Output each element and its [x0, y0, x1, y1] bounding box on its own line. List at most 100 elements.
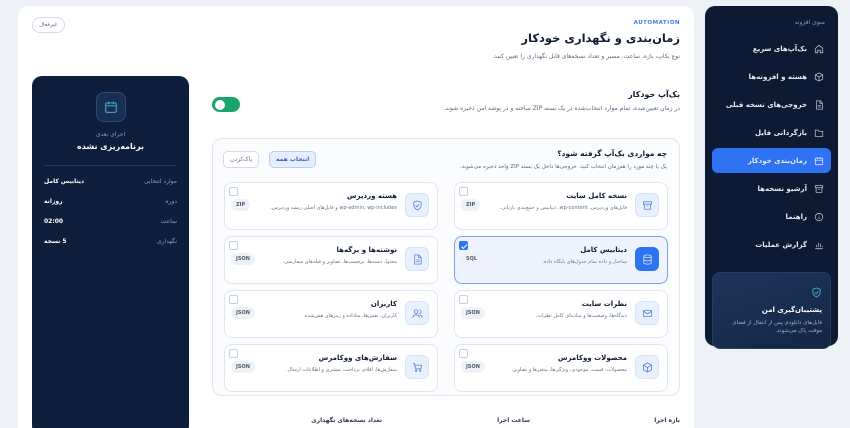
summary-key: ساعت	[160, 218, 177, 225]
items-description: یک یا چند مورد را هم‌زمان انتخاب کنید. خ…	[460, 164, 667, 170]
sidebar-item-label: بک‌آپ‌های سریع	[752, 44, 807, 53]
archive-icon	[635, 193, 659, 217]
section-eyebrow: AUTOMATION	[633, 20, 680, 26]
format-badge: JSON	[231, 361, 255, 373]
format-badge: JSON	[231, 307, 255, 319]
item-title: نسخه کامل سایت	[566, 192, 627, 200]
schedule-summary-card: اجرای بعدی برنامه‌ریزی نشده موارد انتخاب…	[32, 76, 189, 428]
checkbox[interactable]	[459, 187, 468, 196]
sidebar-item-label: راهنما	[785, 212, 807, 221]
item-title: نوشته‌ها و برگه‌ها	[336, 246, 398, 254]
cart-icon	[405, 355, 429, 379]
chart-icon	[813, 239, 824, 250]
box-icon	[635, 355, 659, 379]
backup-item-woo-products[interactable]: محصولات ووکامرس محصولات، قیمت، موجودی، و…	[454, 344, 668, 392]
summary-row: نگهداری 5 نسخه	[44, 238, 177, 245]
checkbox-checked[interactable]	[459, 241, 468, 250]
sidebar: منوی افزونه بک‌آپ‌های سریع هسته و افزونه…	[705, 6, 838, 349]
summary-row: موارد انتخابی دیتابیس کامل	[44, 178, 177, 185]
sidebar-item-label: گزارش عملیات	[755, 240, 807, 249]
item-description: محتوا، دسته‌ها، برچسب‌ها، تصاویر و فیلده…	[282, 259, 397, 265]
checkbox[interactable]	[459, 295, 468, 304]
summary-value: 02:00	[44, 218, 64, 225]
select-all-button[interactable]: انتخاب همه	[269, 151, 317, 168]
interval-label: بازه اجرا	[654, 417, 680, 424]
sidebar-item-schedule[interactable]: زمان‌بندی خودکار	[712, 148, 831, 173]
backup-item-full-site[interactable]: نسخه کامل سایت فایل‌های وردپرس، wp-conte…	[454, 182, 668, 230]
backup-item-comments[interactable]: نظرات سایت دیدگاه‌ها، وضعیت‌ها و متادیتا…	[454, 290, 668, 338]
item-title: سفارش‌های ووکامرس	[318, 354, 397, 362]
sidebar-item-label: بازگردانی فایل	[755, 128, 807, 137]
summary-value: 5 نسخه	[44, 238, 67, 245]
calendar-icon	[813, 155, 824, 166]
secure-backup-card: پشتیبان‌گیری امن فایل‌های دانلودی پس از …	[712, 272, 831, 349]
run-time-label: ساعت اجرا	[497, 417, 530, 424]
item-title: نظرات سایت	[581, 300, 627, 308]
item-title: دیتابیس کامل	[580, 246, 627, 254]
summary-key: دوره	[165, 198, 177, 205]
sidebar-item-label: هسته و افزونه‌ها	[748, 72, 807, 81]
sidebar-item-label: خروجی‌های نسخه قبلی	[725, 100, 807, 109]
checkbox[interactable]	[229, 241, 238, 250]
item-title: هسته وردپرس	[346, 192, 397, 200]
shield-check-icon	[721, 283, 822, 302]
auto-backup-description: در زمان تعیین‌شده، تمام موارد انتخاب‌شده…	[443, 105, 680, 112]
archive-icon	[813, 183, 824, 194]
secure-backup-text: فایل‌های دانلودی پس از انتقال از فضای مو…	[732, 320, 822, 335]
sidebar-item-logs[interactable]: گزارش عملیات	[712, 232, 831, 257]
auto-backup-toggle[interactable]	[212, 97, 240, 112]
backup-item-posts-pages[interactable]: نوشته‌ها و برگه‌ها محتوا، دسته‌ها، برچسب…	[224, 236, 438, 284]
format-badge: ZIP	[461, 199, 481, 211]
sidebar-item-archive[interactable]: آرشیو نسخه‌ها	[712, 176, 831, 201]
info-icon	[813, 211, 824, 222]
item-description: محصولات، قیمت، موجودی، ویژگی‌ها، متغیرها…	[511, 367, 627, 373]
mail-icon	[635, 301, 659, 325]
backup-items-box: چه مواردی بک‌آپ گرفته شود؟ یک یا چند مور…	[212, 138, 680, 396]
clear-button[interactable]: پاک‌کردن	[223, 151, 260, 168]
backup-item-users[interactable]: کاربران کاربران، نقش‌ها، متاداده و رمزها…	[224, 290, 438, 338]
format-badge: SQL	[461, 253, 483, 265]
checkbox[interactable]	[229, 349, 238, 358]
item-title: کاربران	[370, 300, 397, 308]
next-run-label: اجرای بعدی	[95, 131, 126, 138]
page-title: زمان‌بندی و نگهداری خودکار	[521, 31, 680, 45]
summary-key: موارد انتخابی	[144, 178, 177, 185]
cube-icon	[813, 71, 824, 82]
backup-item-woo-orders[interactable]: سفارش‌های ووکامرس سفارش‌ها، اقلام، پرداخ…	[224, 344, 438, 392]
summary-row: ساعت 02:00	[44, 218, 177, 225]
backup-item-wp-core[interactable]: هسته وردپرس wp-admin، wp-includes و فایل…	[224, 182, 438, 230]
checkbox[interactable]	[459, 349, 468, 358]
checkbox[interactable]	[229, 187, 238, 196]
sidebar-item-restore[interactable]: بازگردانی فایل	[712, 120, 831, 145]
sidebar-item-help[interactable]: راهنما	[712, 204, 831, 229]
sidebar-item-core-plugins[interactable]: هسته و افزونه‌ها	[712, 64, 831, 89]
item-description: wp-admin، wp-includes و فایل‌های اصلی ری…	[270, 205, 397, 211]
users-icon	[405, 301, 429, 325]
sidebar-title: منوی افزونه	[794, 19, 825, 26]
item-description: دیدگاه‌ها، وضعیت‌ها و متادیتای کامل نظرا…	[535, 313, 627, 319]
shield-icon	[405, 193, 429, 217]
main-panel: غیرفعال AUTOMATION زمان‌بندی و نگهداری خ…	[18, 6, 694, 428]
sidebar-item-label: زمان‌بندی خودکار	[747, 156, 807, 165]
items-title: چه مواردی بک‌آپ گرفته شود؟	[557, 149, 667, 158]
sidebar-item-previous-exports[interactable]: خروجی‌های نسخه قبلی	[712, 92, 831, 117]
retention-label: تعداد نسخه‌های نگهداری	[311, 417, 382, 424]
item-description: کاربران، نقش‌ها، متاداده و رمزهای هش‌شده…	[303, 313, 397, 319]
database-icon	[635, 247, 659, 271]
auto-backup-title: بک‌آپ خودکار	[628, 90, 680, 99]
format-badge: JSON	[461, 361, 485, 373]
status-chip: غیرفعال	[32, 17, 65, 33]
document-icon	[405, 247, 429, 271]
file-icon	[813, 99, 824, 110]
item-description: فایل‌های وردپرس، wp-content، دیتابیس و ج…	[499, 205, 627, 211]
sidebar-item-quick-backups[interactable]: بک‌آپ‌های سریع	[712, 36, 831, 61]
folder-icon	[813, 127, 824, 138]
summary-value: دیتابیس کامل	[44, 178, 85, 185]
page-subtitle: نوع بکاپ، بازه، ساعت، مسیر و تعداد نسخه‌…	[492, 53, 680, 60]
calendar-icon	[95, 92, 126, 122]
secure-backup-title: پشتیبان‌گیری امن	[761, 306, 822, 314]
home-icon	[813, 43, 824, 54]
backup-item-database[interactable]: دیتابیس کامل ساختار و داده تمام جدول‌های…	[454, 236, 668, 284]
next-run-value: برنامه‌ریزی نشده	[44, 142, 177, 166]
checkbox[interactable]	[229, 295, 238, 304]
